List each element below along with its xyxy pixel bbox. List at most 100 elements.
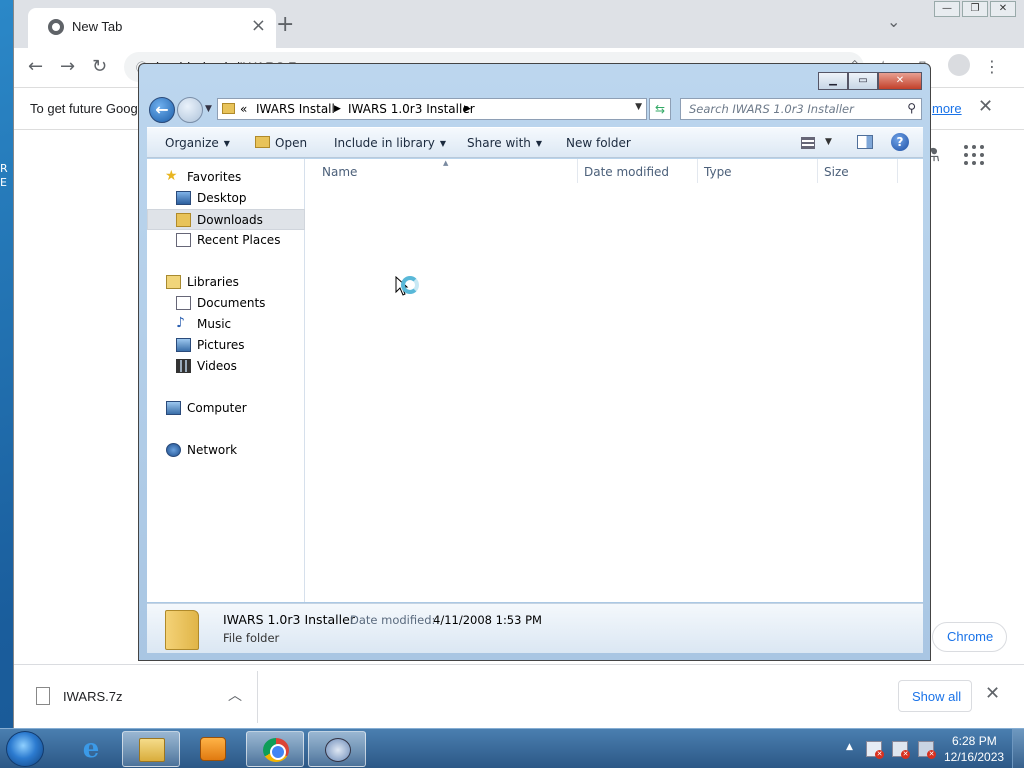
mute-badge-icon: ✕ [927,750,936,759]
nav-videos[interactable]: Videos [147,356,305,377]
nav-pictures[interactable]: Pictures [147,335,305,356]
chevron-up-icon[interactable]: ︿ [228,685,242,705]
address-dropdown-icon[interactable]: ▼ [635,102,642,112]
close-icon[interactable]: ✕ [878,72,922,90]
breadcrumb[interactable]: « IWARS Install ▶ IWARS 1.0r3 Installer … [217,98,647,120]
breadcrumb-item-installer[interactable]: IWARS 1.0r3 Installer [348,102,475,116]
preview-pane-icon[interactable] [857,135,873,149]
nav-libraries[interactable]: Libraries [147,272,305,293]
forward-arrow-icon[interactable] [177,97,203,123]
nav-libraries-label: Libraries [187,275,239,289]
help-icon[interactable]: ? [891,133,909,151]
nav-favorites[interactable]: ★ Favorites [147,167,305,188]
action-center-flag-icon[interactable]: ✕ [866,741,884,759]
customize-chrome-button[interactable]: Chrome [932,622,1007,652]
taskbar-windows-explorer[interactable] [122,731,180,767]
nav-desktop[interactable]: Desktop [147,188,305,209]
forward-arrow-icon[interactable]: → [60,56,75,77]
nav-favorites-label: Favorites [187,170,242,184]
start-button[interactable] [6,731,44,767]
column-divider[interactable] [817,159,818,183]
nav-network[interactable]: Network [147,440,305,461]
computer-icon [166,401,181,415]
chrome-window-controls: — ❐ ✕ [934,1,1016,17]
error-badge-icon: ✕ [901,750,910,759]
taskbar-installer[interactable] [308,731,366,767]
new-tab-plus-icon[interactable]: + [276,12,294,37]
nav-computer[interactable]: Computer [147,398,305,419]
show-hidden-icons-icon[interactable]: ▲ [846,742,853,752]
desktop-icon [176,191,191,205]
nav-recent-places[interactable]: Recent Places [147,230,305,251]
show-all-button[interactable]: Show all [898,680,972,712]
tab-search-chevron-icon[interactable]: ⌄ [887,12,900,31]
back-arrow-icon[interactable]: ← [149,97,175,123]
tab-title: New Tab [72,19,123,34]
show-desktop-button[interactable] [1012,729,1024,768]
nav-network-label: Network [187,443,238,457]
infobar-close-icon[interactable]: ✕ [978,96,993,117]
nav-desktop-label: Desktop [197,191,247,205]
breadcrumb-arrow-icon[interactable]: ▶ [334,104,341,114]
maximize-icon[interactable]: ▭ [848,72,878,90]
taskbar-chrome[interactable] [246,731,304,767]
change-view-icon[interactable] [801,137,815,149]
clock-time[interactable]: 6:28 PM [952,734,997,748]
recent-places-icon [176,233,191,247]
file-list[interactable]: ▲ Name Date modified Type Size [305,159,923,602]
profile-avatar-icon[interactable] [948,54,970,76]
view-dropdown-icon[interactable]: ▼ [825,137,832,147]
new-folder-button[interactable]: New folder [566,136,631,150]
open-button[interactable]: Open [255,136,307,150]
search-input[interactable]: Search IWARS 1.0r3 Installer ⚲ [680,98,922,120]
organize-button[interactable]: Organize ▼ [165,136,230,150]
taskbar-internet-explorer[interactable]: e [62,731,120,767]
column-header-size[interactable]: Size [824,165,849,179]
network-tray-icon[interactable]: ✕ [892,741,910,759]
reload-icon[interactable]: ↻ [92,56,107,77]
chrome-menu-icon[interactable]: ⋮ [984,57,1000,76]
network-icon [166,443,181,457]
file-icon [36,687,50,705]
nav-videos-label: Videos [197,359,237,373]
maximize-icon[interactable]: ❐ [962,1,988,17]
breadcrumb-arrow-icon[interactable]: ▶ [464,104,471,114]
downloads-folder-icon [176,213,191,227]
minimize-icon[interactable]: — [934,1,960,17]
close-icon[interactable]: ✕ [990,1,1016,17]
tab-new-tab[interactable]: New Tab × [28,8,276,48]
tab-close-icon[interactable]: × [251,15,266,36]
column-header-date[interactable]: Date modified [584,165,669,179]
nav-documents[interactable]: Documents [147,293,305,314]
share-with-button[interactable]: Share with ▼ [467,136,542,150]
back-arrow-icon[interactable]: ← [28,56,43,77]
nav-recent-label: Recent Places [197,233,281,247]
minimize-icon[interactable]: ▁ [818,72,848,90]
desktop-edge-text: R E [0,162,8,189]
folder-icon [222,103,235,114]
refresh-icon[interactable]: ⇆ [649,98,671,120]
explorer-window-controls: ▁ ▭ ✕ [818,72,922,90]
breadcrumb-item-iwars-install[interactable]: IWARS Install [256,102,335,116]
column-divider[interactable] [577,159,578,183]
column-header-type[interactable]: Type [704,165,732,179]
internet-explorer-icon: e [82,734,100,764]
download-item[interactable]: IWARS.7z ︿ [22,671,258,723]
clock-date[interactable]: 12/16/2023 [944,750,1004,764]
explorer-window: ▁ ▭ ✕ ← ▼ « IWARS Install ▶ IWARS 1.0r3 … [138,63,931,661]
recent-pages-chevron-icon[interactable]: ▼ [205,104,212,114]
details-date-label: Date modified: [350,613,436,627]
column-header-name[interactable]: Name [322,165,357,179]
infobar-learn-more-link[interactable]: more [932,101,962,116]
nav-downloads[interactable]: Downloads [147,209,305,230]
include-in-library-button[interactable]: Include in library ▼ [334,136,446,150]
column-divider[interactable] [697,159,698,183]
taskbar-media-player[interactable] [184,731,242,767]
google-apps-icon[interactable] [964,145,984,165]
nav-computer-label: Computer [187,401,247,415]
volume-muted-icon[interactable]: ✕ [918,741,936,759]
nav-music[interactable]: ♪ Music [147,314,305,335]
breadcrumb-overflow[interactable]: « [240,102,247,116]
column-divider[interactable] [897,159,898,183]
download-bar-close-icon[interactable]: ✕ [985,683,1000,704]
